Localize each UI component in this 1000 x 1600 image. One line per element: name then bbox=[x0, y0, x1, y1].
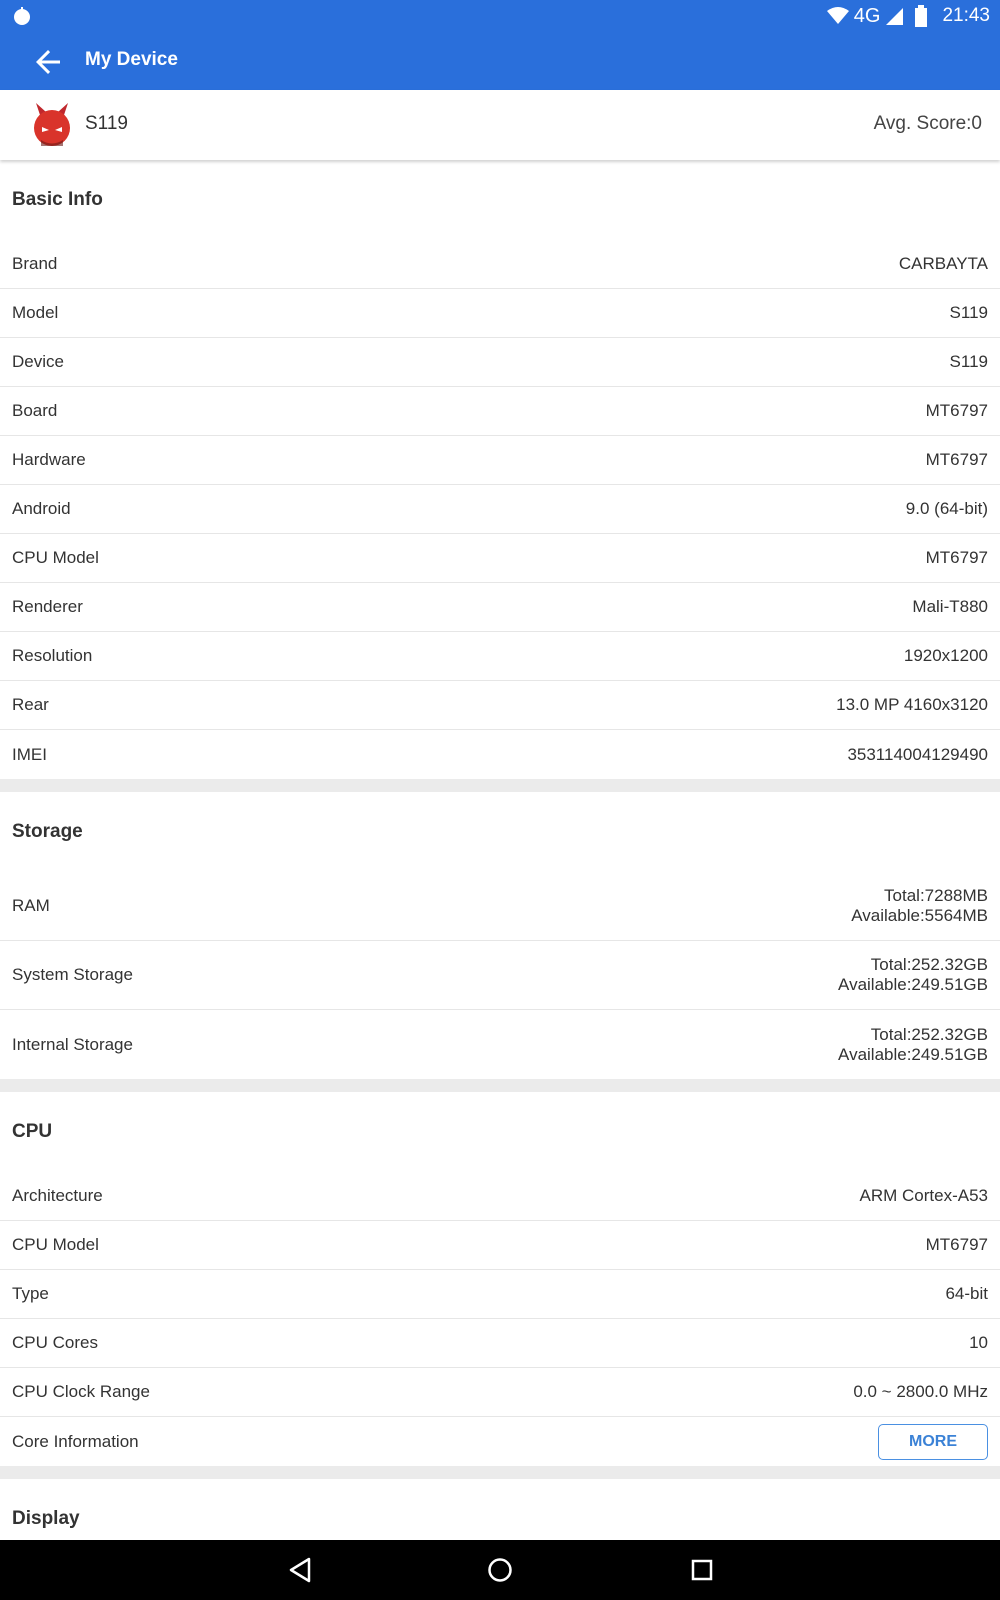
wifi-icon bbox=[826, 7, 849, 24]
row-label: Type bbox=[12, 1284, 49, 1303]
row-value: 1920x1200 bbox=[903, 646, 988, 665]
nav-recents-icon[interactable] bbox=[687, 1555, 717, 1585]
back-arrow-icon[interactable] bbox=[30, 44, 66, 80]
row-label: Internal Storage bbox=[12, 1034, 133, 1054]
row-value: 13.0 MP 4160x3120 bbox=[836, 695, 988, 714]
section-title-storage: Storage bbox=[12, 821, 83, 842]
storage-available: Available:249.51GB bbox=[838, 1044, 988, 1064]
info-row: Board MT6797 bbox=[0, 387, 1000, 436]
row-value: 9.0 (64-bit) bbox=[905, 499, 988, 518]
section-divider bbox=[0, 1079, 1000, 1092]
row-value: CARBAYTA bbox=[898, 254, 988, 273]
nav-home-icon[interactable] bbox=[485, 1555, 515, 1585]
info-row: Hardware MT6797 bbox=[0, 436, 1000, 485]
storage-available: Available:5564MB bbox=[851, 906, 988, 925]
row-label: Resolution bbox=[12, 646, 93, 665]
info-row: Architecture ARM Cortex-A53 bbox=[0, 1172, 1000, 1221]
info-row: CPU Cores 10 bbox=[0, 1319, 1000, 1368]
toolbar: My Device bbox=[0, 40, 1000, 90]
row-value: S119 bbox=[949, 352, 988, 371]
device-header: S119 Avg. Score:0 bbox=[0, 90, 1000, 160]
section-title-basic-info: Basic Info bbox=[12, 189, 103, 210]
row-value: MT6797 bbox=[925, 1235, 988, 1254]
storage-section: Storage RAM Total:7288MB Available:5564MB … bbox=[0, 792, 1000, 1079]
row-value: Total:252.32GB Available:249.51GB bbox=[838, 1025, 988, 1065]
storage-total: Total:252.32GB bbox=[870, 955, 988, 974]
row-value: 353114004129490 bbox=[847, 744, 988, 764]
row-label: CPU Clock Range bbox=[12, 1382, 150, 1401]
row-label: Rear bbox=[12, 695, 49, 714]
row-label: Model bbox=[12, 303, 59, 322]
row-value: Total:252.32GB Available:249.51GB bbox=[838, 955, 988, 995]
info-row: IMEI 353114004129490 bbox=[0, 730, 1000, 779]
row-label: Brand bbox=[12, 254, 58, 273]
cpu-section: CPU Architecture ARM Cortex-A53 CPU Model… bbox=[0, 1092, 1000, 1466]
info-row: Brand CARBAYTA bbox=[0, 240, 1000, 289]
avg-score: Avg. Score:0 bbox=[873, 113, 982, 134]
row-value: MT6797 bbox=[925, 401, 988, 420]
info-row: Resolution 1920x1200 bbox=[0, 632, 1000, 681]
row-value: 10 bbox=[969, 1333, 988, 1352]
row-value: 64-bit bbox=[945, 1284, 988, 1303]
storage-available: Available:249.51GB bbox=[838, 975, 988, 994]
battery-icon bbox=[915, 5, 928, 27]
page-title: My Device bbox=[85, 49, 178, 70]
core-info-row: Core Information MORE bbox=[0, 1417, 1000, 1466]
more-button[interactable]: MORE bbox=[878, 1423, 988, 1460]
storage-row: System Storage Total:252.32GB Available:24… bbox=[0, 941, 1000, 1010]
app-bar: 4G 21:43 My Device bbox=[0, 0, 1000, 90]
row-label: Android bbox=[12, 499, 71, 518]
display-section: Display bbox=[0, 1479, 1000, 1540]
storage-total: Total:7288MB bbox=[884, 886, 988, 905]
row-value: MT6797 bbox=[925, 548, 988, 567]
info-row: Rear 13.0 MP 4160x3120 bbox=[0, 681, 1000, 730]
row-label: System Storage bbox=[12, 965, 133, 984]
row-label: Device bbox=[12, 352, 64, 371]
nav-back-icon[interactable] bbox=[285, 1555, 315, 1585]
system-nav-bar bbox=[0, 1540, 1000, 1600]
signal-icon bbox=[886, 8, 904, 25]
info-row: Model S119 bbox=[0, 289, 1000, 338]
section-title-display: Display bbox=[12, 1508, 80, 1529]
device-info-content[interactable]: Basic Info Brand CARBAYTA Model S119 Devic… bbox=[0, 160, 1000, 1540]
row-label: IMEI bbox=[12, 744, 47, 764]
info-row: CPU Model MT6797 bbox=[0, 534, 1000, 583]
row-value: Total:7288MB Available:5564MB bbox=[851, 886, 988, 926]
info-row: CPU Clock Range 0.0 ~ 2800.0 MHz bbox=[0, 1368, 1000, 1417]
row-label: CPU Model bbox=[12, 1235, 99, 1254]
status-bar: 4G 21:43 bbox=[0, 0, 1000, 32]
row-label: CPU Model bbox=[12, 548, 99, 567]
status-time: 21:43 bbox=[942, 5, 990, 26]
row-label: CPU Cores bbox=[12, 1333, 98, 1352]
info-row: Renderer Mali-T880 bbox=[0, 583, 1000, 632]
device-name: S119 bbox=[85, 113, 128, 134]
row-label: Architecture bbox=[12, 1186, 103, 1205]
info-row: Device S119 bbox=[0, 338, 1000, 387]
storage-row: RAM Total:7288MB Available:5564MB bbox=[0, 872, 1000, 941]
notification-icon bbox=[14, 7, 30, 25]
row-label: RAM bbox=[12, 896, 50, 915]
section-divider bbox=[0, 779, 1000, 792]
section-title-cpu: CPU bbox=[12, 1121, 53, 1142]
row-value: 0.0 ~ 2800.0 MHz bbox=[853, 1382, 988, 1401]
row-label: Core Information bbox=[12, 1431, 139, 1451]
row-label: Hardware bbox=[12, 450, 86, 469]
basic-info-section: Basic Info Brand CARBAYTA Model S119 Devic… bbox=[0, 160, 1000, 779]
storage-row: Internal Storage Total:252.32GB Available:… bbox=[0, 1010, 1000, 1079]
row-label: Renderer bbox=[12, 597, 83, 616]
section-divider bbox=[0, 1466, 1000, 1479]
storage-total: Total:252.32GB bbox=[870, 1024, 988, 1044]
antutu-logo-icon bbox=[34, 103, 70, 146]
row-label: Board bbox=[12, 401, 58, 420]
network-type: 4G bbox=[853, 4, 881, 27]
row-value: MT6797 bbox=[925, 450, 988, 469]
info-row: CPU Model MT6797 bbox=[0, 1221, 1000, 1270]
row-value: S119 bbox=[949, 303, 988, 322]
info-row: Type 64-bit bbox=[0, 1270, 1000, 1319]
info-row: Android 9.0 (64-bit) bbox=[0, 485, 1000, 534]
row-value: ARM Cortex-A53 bbox=[859, 1186, 988, 1205]
row-value: Mali-T880 bbox=[912, 597, 988, 616]
status-icons: 4G 21:43 bbox=[826, 4, 990, 28]
